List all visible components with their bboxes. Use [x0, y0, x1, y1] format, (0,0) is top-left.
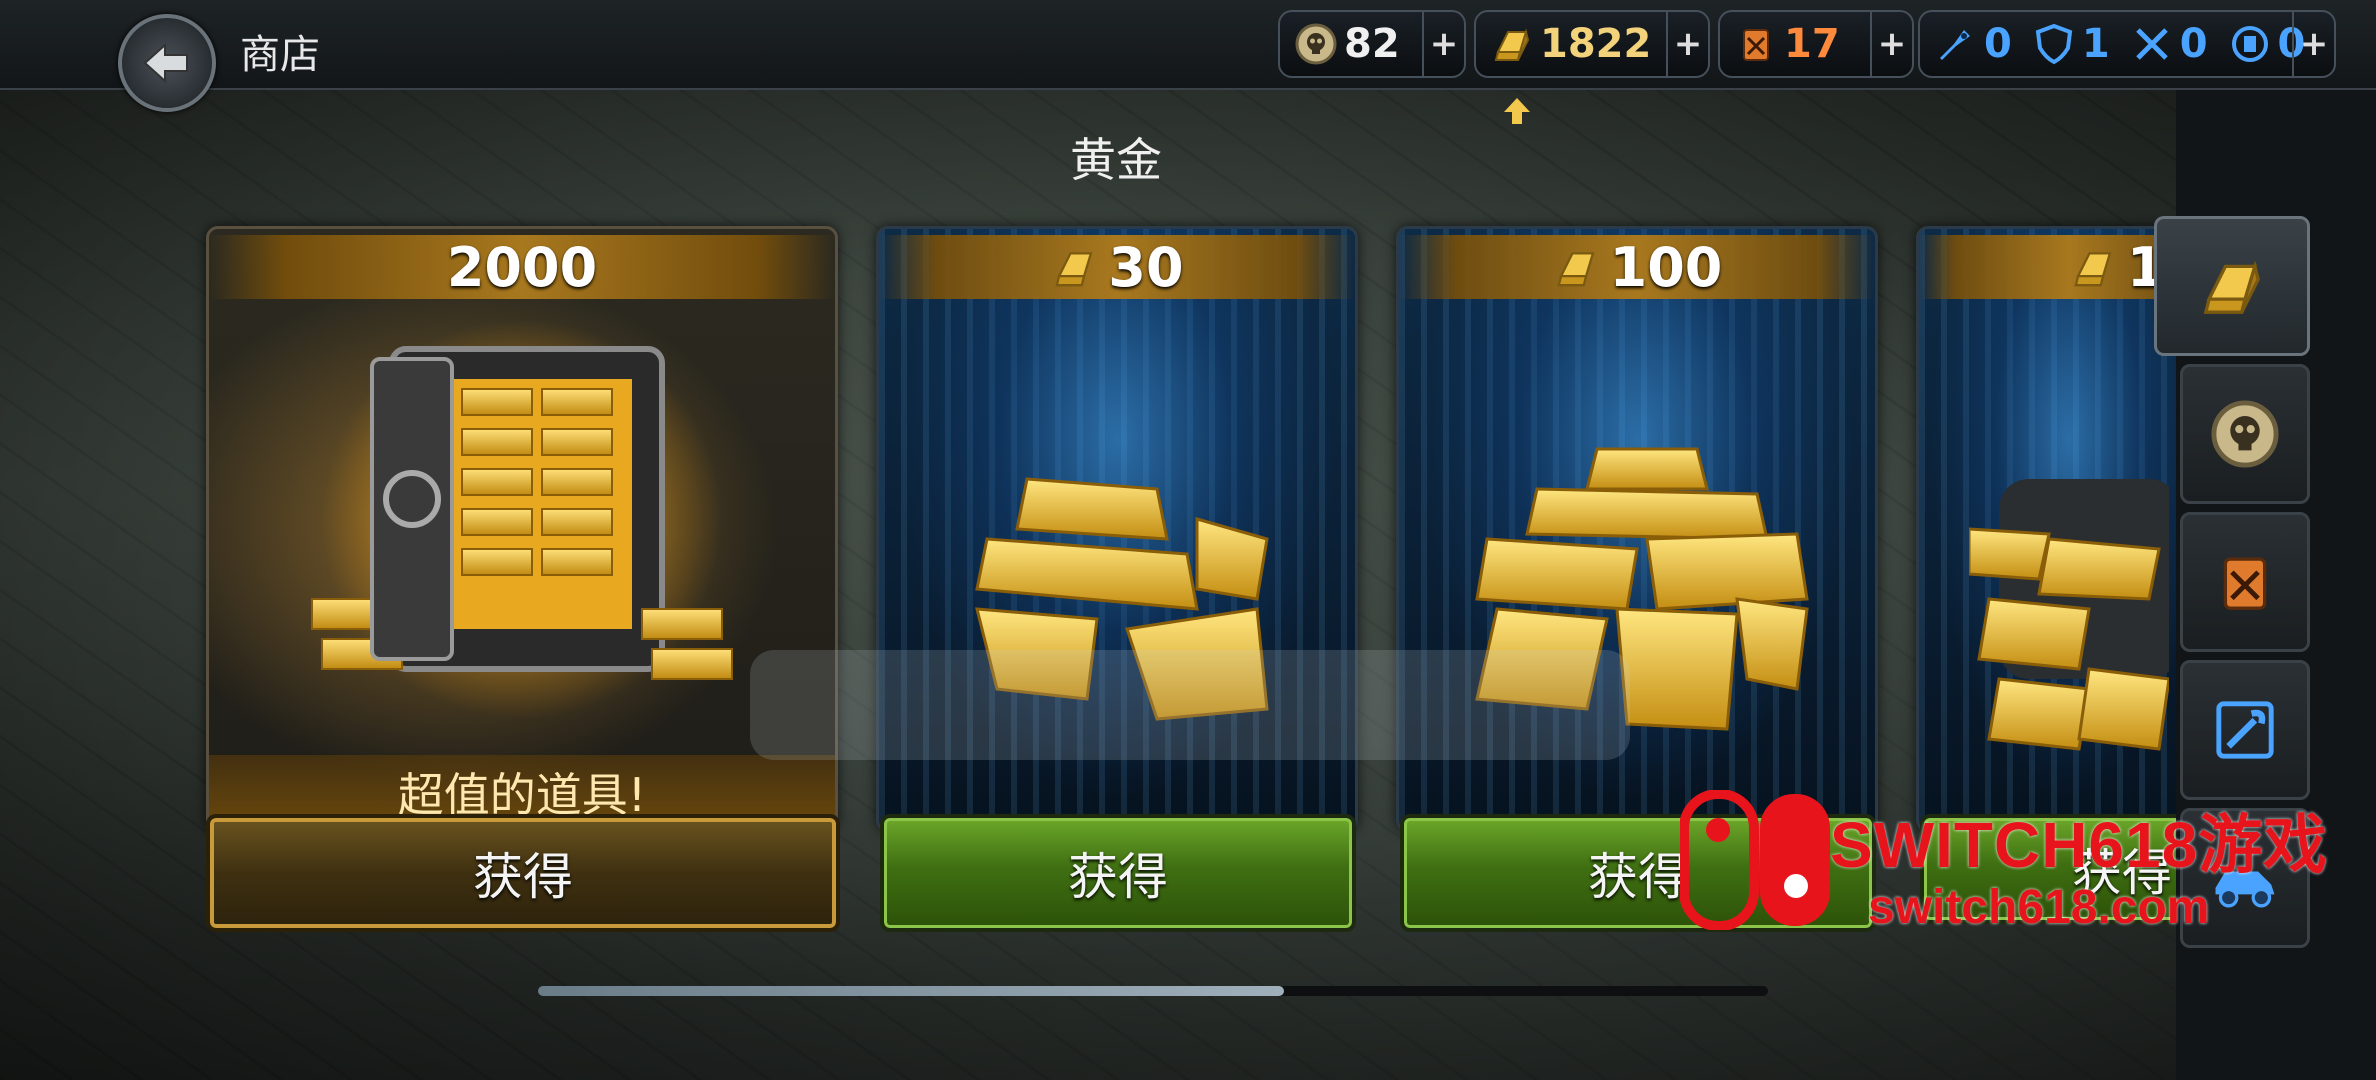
resource-gold[interactable]: 1822 +: [1474, 10, 1710, 78]
tools-count: 0: [2179, 21, 2208, 67]
fuel-can-icon: [1743, 29, 1769, 61]
tab-upgrades[interactable]: [2180, 660, 2310, 800]
tab-fuel[interactable]: [2180, 512, 2310, 652]
gold-bar-icon: [2203, 260, 2260, 314]
resource-fuel[interactable]: 17 +: [1718, 10, 1914, 78]
fuel-count: 17: [1784, 21, 1840, 67]
watermark-title: SWITCH618游戏: [1830, 809, 2329, 881]
up-arrow-icon: [1504, 98, 1530, 124]
price-band: 100: [1399, 235, 1875, 299]
scroll-thumb[interactable]: [538, 986, 1284, 996]
price-band: 30: [879, 235, 1355, 299]
add-fuel-button[interactable]: +: [1870, 12, 1912, 76]
price-value: 100: [1609, 235, 1723, 299]
rocket-icon: [1940, 30, 1970, 60]
shop-card-2000[interactable]: 2000 超值的道具!: [206, 226, 838, 832]
resource-skull-coins[interactable]: 82 +: [1278, 10, 1466, 78]
blurred-tooltip: [750, 650, 1630, 760]
buy-button-2000[interactable]: 获得: [206, 814, 840, 932]
gold-bar-icon: [1556, 252, 1595, 287]
gold-safe-icon: [311, 319, 733, 719]
fuel-icon: [2231, 26, 2268, 62]
resource-boosters[interactable]: 0 1 0 0 +: [1918, 10, 2336, 78]
skull-coin-icon: [2211, 400, 2279, 468]
gold-count: 1822: [1540, 21, 1652, 67]
add-boosters-button[interactable]: +: [2292, 12, 2334, 76]
tab-gold[interactable]: [2154, 216, 2310, 356]
price-value: 2000: [446, 235, 598, 299]
gold-bars-large-icon: [1969, 479, 2169, 751]
back-button[interactable]: [118, 14, 216, 112]
fuel-can-icon: [2223, 557, 2267, 610]
add-skull-coins-button[interactable]: +: [1422, 12, 1464, 76]
section-title: 黄金: [1070, 133, 1162, 187]
price-value: 30: [1108, 235, 1184, 299]
shield-icon: [2035, 23, 2073, 65]
tools-icon: [2135, 28, 2168, 60]
buy-button-30[interactable]: 获得: [880, 814, 1356, 932]
page-title: 商店: [240, 32, 320, 78]
wrench-icon: [2216, 701, 2274, 759]
gold-bar-icon: [1494, 28, 1530, 61]
shield-count: 1: [2081, 21, 2110, 67]
add-gold-button[interactable]: +: [1666, 12, 1708, 76]
gold-bar-icon: [1055, 252, 1093, 287]
watermark-url: switch618.com: [1868, 881, 2210, 934]
gold-bar-icon: [2074, 252, 2112, 287]
skull-coin-count: 82: [1344, 21, 1400, 67]
price-band: 2000: [209, 235, 835, 299]
back-arrow-icon: [143, 42, 188, 84]
skull-coin-icon: [1295, 23, 1337, 65]
tab-skull-coins[interactable]: [2180, 364, 2310, 504]
rocket-count: 0: [1984, 21, 2012, 67]
